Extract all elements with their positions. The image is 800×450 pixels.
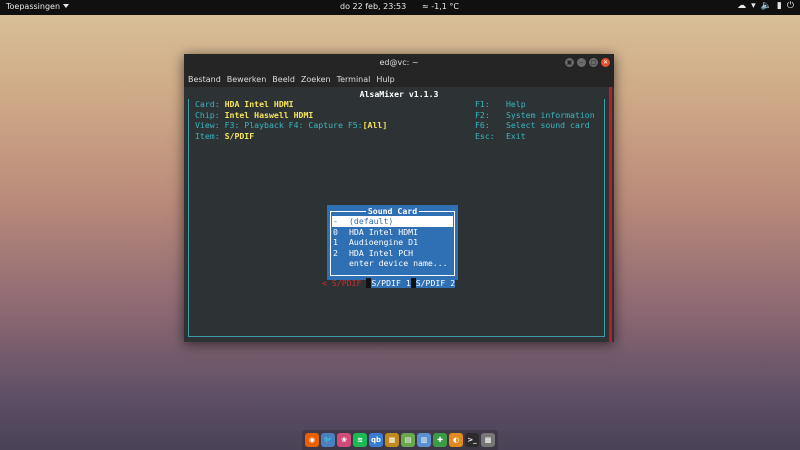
terminal-area[interactable]: AlsaMixer v1.1.3 Card: HDA Intel HDMI Ch… xyxy=(184,87,614,342)
app6-icon[interactable]: ▦ xyxy=(385,433,399,447)
app8-icon[interactable]: ▥ xyxy=(417,433,431,447)
list-item[interactable]: - (default) xyxy=(332,216,453,227)
control-spdif[interactable]: < S/PDIF xyxy=(322,278,366,288)
window-title: ed@vc: ~ xyxy=(379,58,419,67)
dock: ◉ 🐦 ❀ ≋ qb ▦ ▤ ▥ ✚ ◐ >_ ▩ xyxy=(302,430,498,450)
weather-indicator[interactable]: ≈ -1,1 °C xyxy=(422,2,459,11)
key-help: F1: Help F2: System information F6: Sele… xyxy=(475,99,595,141)
menu-zoeken[interactable]: Zoeken xyxy=(301,75,331,84)
applications-menu[interactable]: Toepassingen xyxy=(6,2,70,11)
list-item[interactable]: 1 Audioengine D1 xyxy=(332,237,453,248)
menu-hulp[interactable]: Hulp xyxy=(376,75,394,84)
alsamixer-title: AlsaMixer v1.1.3 xyxy=(184,89,614,99)
app10-icon[interactable]: ◐ xyxy=(449,433,463,447)
card-value: HDA Intel HDMI xyxy=(224,99,294,109)
power-icon[interactable]: ⏻ xyxy=(787,1,794,11)
terminal-window: ed@vc: ~ ▣ – □ ✕ Bestand Bewerken Beeld … xyxy=(184,54,614,342)
menu-bestand[interactable]: Bestand xyxy=(188,75,221,84)
maximize-icon[interactable]: □ xyxy=(589,58,598,67)
terminal-icon[interactable]: >_ xyxy=(465,433,479,447)
app3-icon[interactable]: ❀ xyxy=(337,433,351,447)
battery-icon[interactable]: ▮ xyxy=(777,1,782,11)
window-titlebar[interactable]: ed@vc: ~ ▣ – □ ✕ xyxy=(184,54,614,71)
wifi-icon[interactable]: ▾ xyxy=(751,1,756,11)
menu-terminal[interactable]: Terminal xyxy=(337,75,371,84)
app7-icon[interactable]: ▤ xyxy=(401,433,415,447)
spotify-icon[interactable]: ≋ xyxy=(353,433,367,447)
minimize-icon[interactable]: – xyxy=(577,58,586,67)
cloud-icon[interactable]: ☁ xyxy=(737,1,746,11)
sound-card-dialog: Sound Card - (default) 0 HDA Intel HDMI 1A… xyxy=(327,205,458,280)
view-selected: [All] xyxy=(362,120,388,130)
mixer-controls: < S/PDIF S/PDIF 1 S/PDIF 2 xyxy=(322,278,456,288)
bird-icon[interactable]: 🐦 xyxy=(321,433,335,447)
close-icon[interactable]: ✕ xyxy=(601,58,610,67)
menu-bar: Bestand Bewerken Beeld Zoeken Terminal H… xyxy=(184,71,614,87)
qbittorrent-icon[interactable]: qb xyxy=(369,433,383,447)
control-spdif-1[interactable]: S/PDIF 1 xyxy=(371,278,411,288)
firefox-icon[interactable]: ◉ xyxy=(305,433,319,447)
dialog-title: Sound Card xyxy=(365,206,420,216)
clock[interactable]: do 22 feb, 23:53 xyxy=(340,2,406,11)
mute-marker xyxy=(410,278,416,288)
control-spdif-2[interactable]: S/PDIF 2 xyxy=(415,278,456,288)
weather-icon: ≈ xyxy=(422,2,432,11)
list-item[interactable]: enter device name... xyxy=(332,258,453,269)
top-bar: Toepassingen do 22 feb, 23:53 ≈ -1,1 °C … xyxy=(0,0,800,15)
list-item[interactable]: 2 HDA Intel PCH xyxy=(332,248,453,259)
list-item[interactable]: 0 HDA Intel HDMI xyxy=(332,227,453,238)
chevron-down-icon xyxy=(63,4,70,8)
app9-icon[interactable]: ✚ xyxy=(433,433,447,447)
mixer-info: Card: HDA Intel HDMI Chip: Intel Haswell… xyxy=(195,99,388,141)
system-tray[interactable]: ☁ ▾ 🔈 ▮ ⏻ xyxy=(737,1,794,11)
app12-icon[interactable]: ▩ xyxy=(481,433,495,447)
scrollbar[interactable] xyxy=(609,87,612,342)
menu-beeld[interactable]: Beeld xyxy=(272,75,295,84)
new-tab-icon[interactable]: ▣ xyxy=(565,58,574,67)
view-options: F3: Playback F4: Capture F5: xyxy=(224,120,363,130)
sound-card-list: - (default) 0 HDA Intel HDMI 1 Audioengine … xyxy=(332,216,453,269)
item-value: S/PDIF xyxy=(224,130,255,141)
chip-value: Intel Haswell HDMI xyxy=(224,109,314,120)
volume-icon[interactable]: 🔈 xyxy=(761,1,772,11)
menu-bewerken[interactable]: Bewerken xyxy=(227,75,267,84)
